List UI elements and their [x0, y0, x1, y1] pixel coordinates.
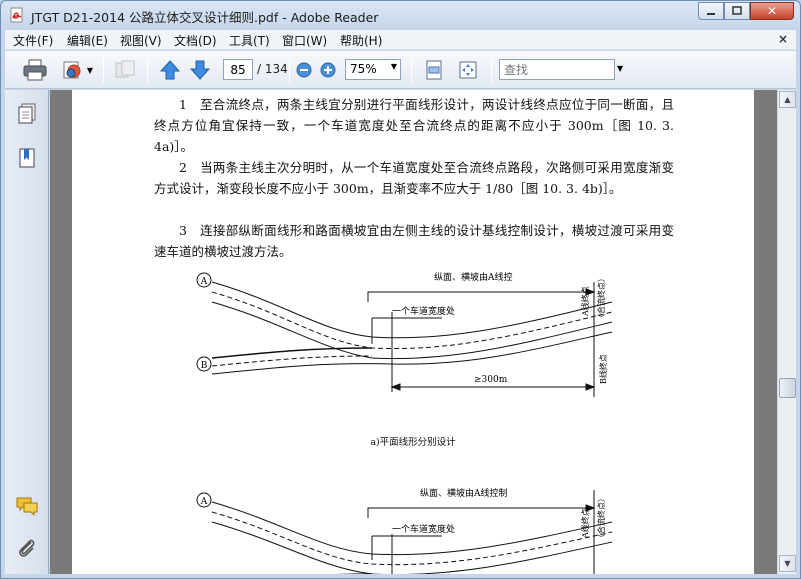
zoom-select[interactable]: 75% ▼ — [345, 59, 401, 80]
chevron-down-icon: ▼ — [784, 559, 791, 568]
zoom-out-button[interactable] — [295, 57, 313, 83]
scroll-down-button[interactable]: ▼ — [779, 555, 796, 572]
navigation-pane — [5, 90, 49, 574]
menu-help[interactable]: 帮助(H) — [340, 32, 382, 49]
app-window: JTGT D21-2014 公路立体交叉设计细则.pdf - Adobe Rea… — [0, 0, 801, 579]
scrollbar-thumb[interactable] — [779, 378, 796, 398]
fig-a-label-a: A — [200, 277, 208, 287]
fig-b-label-a: A — [200, 497, 208, 507]
share-button[interactable]: ▼ — [57, 57, 97, 83]
attachments-panel-icon[interactable] — [15, 536, 39, 560]
fig-a-end-b: B线终点 — [598, 354, 608, 384]
print-button[interactable] — [21, 57, 49, 83]
minimize-icon — [707, 13, 715, 15]
fit-width-icon — [459, 61, 477, 79]
paragraph-2: 2 当两条主线主次分明时，从一个车道宽度处至合流终点路段，次路侧可采用宽度渐变方… — [154, 160, 674, 196]
menu-bar: 文件(F) 编辑(E) 视图(V) 文档(D) 工具(T) 窗口(W) 帮助(H… — [5, 30, 796, 50]
pdf-file-icon — [10, 7, 23, 23]
previous-page-button[interactable] — [157, 57, 183, 83]
scroll-up-button[interactable]: ▲ — [779, 91, 796, 108]
collaborate-icon — [115, 60, 135, 78]
minimize-button[interactable] — [698, 2, 724, 20]
share-icon — [63, 61, 81, 79]
maximize-icon — [732, 6, 742, 15]
pdf-page: 1 至合流终点，两条主线宜分别进行平面线形设计，两设计线终点应位于同一断面，且终… — [72, 90, 754, 574]
zoom-value: 75% — [350, 62, 377, 76]
close-button[interactable]: ✕ — [750, 2, 794, 20]
paragraph-3: 3 连接部纵断面线形和路面横坡宜由左侧主线的设计基线控制设计，横坡过渡可采用变速… — [154, 223, 674, 259]
document-view[interactable]: 1 至合流终点，两条主线宜分别进行平面线形设计，两设计线终点应位于同一断面，且终… — [50, 90, 777, 574]
figure-b: A 纵面、横坡由A线控制 一个车道宽度处 A线终点 （合流终点） — [196, 487, 613, 574]
menu-file[interactable]: 文件(F) — [13, 32, 53, 49]
next-page-button[interactable] — [187, 57, 213, 83]
comments-panel-icon[interactable] — [15, 494, 39, 518]
zoom-in-icon — [320, 62, 336, 78]
search-input[interactable] — [499, 59, 615, 80]
fig-b-lane-note: 一个车道宽度处 — [392, 523, 455, 535]
fig-a-top-note: 纵面、横坡由A线控 — [434, 271, 513, 283]
chevron-down-icon: ▼ — [390, 62, 397, 71]
close-icon: ✕ — [766, 4, 778, 18]
page-number-input[interactable] — [223, 59, 253, 80]
figure-a-caption: a)平面线形分别设计 — [370, 437, 456, 448]
maximize-button[interactable] — [724, 2, 750, 20]
page-total: / 134 — [257, 62, 288, 76]
fig-b-end-a: A线终点 — [580, 508, 590, 539]
fit-width-button[interactable] — [455, 57, 481, 83]
menu-window[interactable]: 窗口(W) — [282, 32, 327, 49]
arrow-down-icon — [189, 60, 211, 80]
chevron-up-icon: ▲ — [784, 95, 791, 104]
fig-b-top-note: 纵面、横坡由A线控制 — [420, 487, 508, 499]
document-close-button[interactable]: × — [778, 32, 788, 46]
paragraph-1: 1 至合流终点，两条主线宜分别进行平面线形设计，两设计线终点应位于同一断面，且终… — [154, 97, 674, 154]
fig-a-end-a: A线终点 — [580, 286, 590, 317]
fig-a-end-merge: （合流终点） — [596, 274, 606, 322]
collaborate-button[interactable] — [111, 57, 139, 83]
title-bar: JTGT D21-2014 公路立体交叉设计细则.pdf - Adobe Rea… — [1, 1, 800, 29]
arrow-up-icon — [159, 60, 181, 80]
menu-tools[interactable]: 工具(T) — [229, 32, 270, 49]
zoom-in-button[interactable] — [319, 57, 337, 83]
menu-edit[interactable]: 编辑(E) — [67, 32, 108, 49]
fig-a-lane-note: 一个车道宽度处 — [392, 305, 455, 317]
chevron-down-icon: ▼ — [86, 65, 94, 75]
menu-document[interactable]: 文档(D) — [174, 32, 217, 49]
fit-page-button[interactable] — [421, 57, 447, 83]
search-dropdown-icon[interactable]: ▼ — [617, 64, 623, 73]
printer-icon — [23, 59, 47, 81]
fig-a-distance: ≥300m — [474, 375, 508, 385]
vertical-scrollbar[interactable]: ▲ ▼ — [777, 90, 796, 574]
window-title: JTGT D21-2014 公路立体交叉设计细则.pdf - Adobe Rea… — [31, 10, 379, 25]
fig-b-end-merge: （合流终点） — [596, 494, 606, 542]
fig-a-label-b: B — [201, 361, 208, 371]
bookmarks-panel-icon[interactable] — [15, 146, 39, 170]
fit-page-icon — [426, 60, 442, 80]
zoom-out-icon — [296, 62, 312, 78]
menu-view[interactable]: 视图(V) — [120, 32, 162, 49]
figure-a: A B 纵面、横坡由A线控 一个车道宽度处 ≥300m A线终点 （合流终点） … — [196, 271, 613, 397]
pages-panel-icon[interactable] — [15, 102, 39, 126]
toolbar: ▼ / 134 — [5, 51, 796, 89]
